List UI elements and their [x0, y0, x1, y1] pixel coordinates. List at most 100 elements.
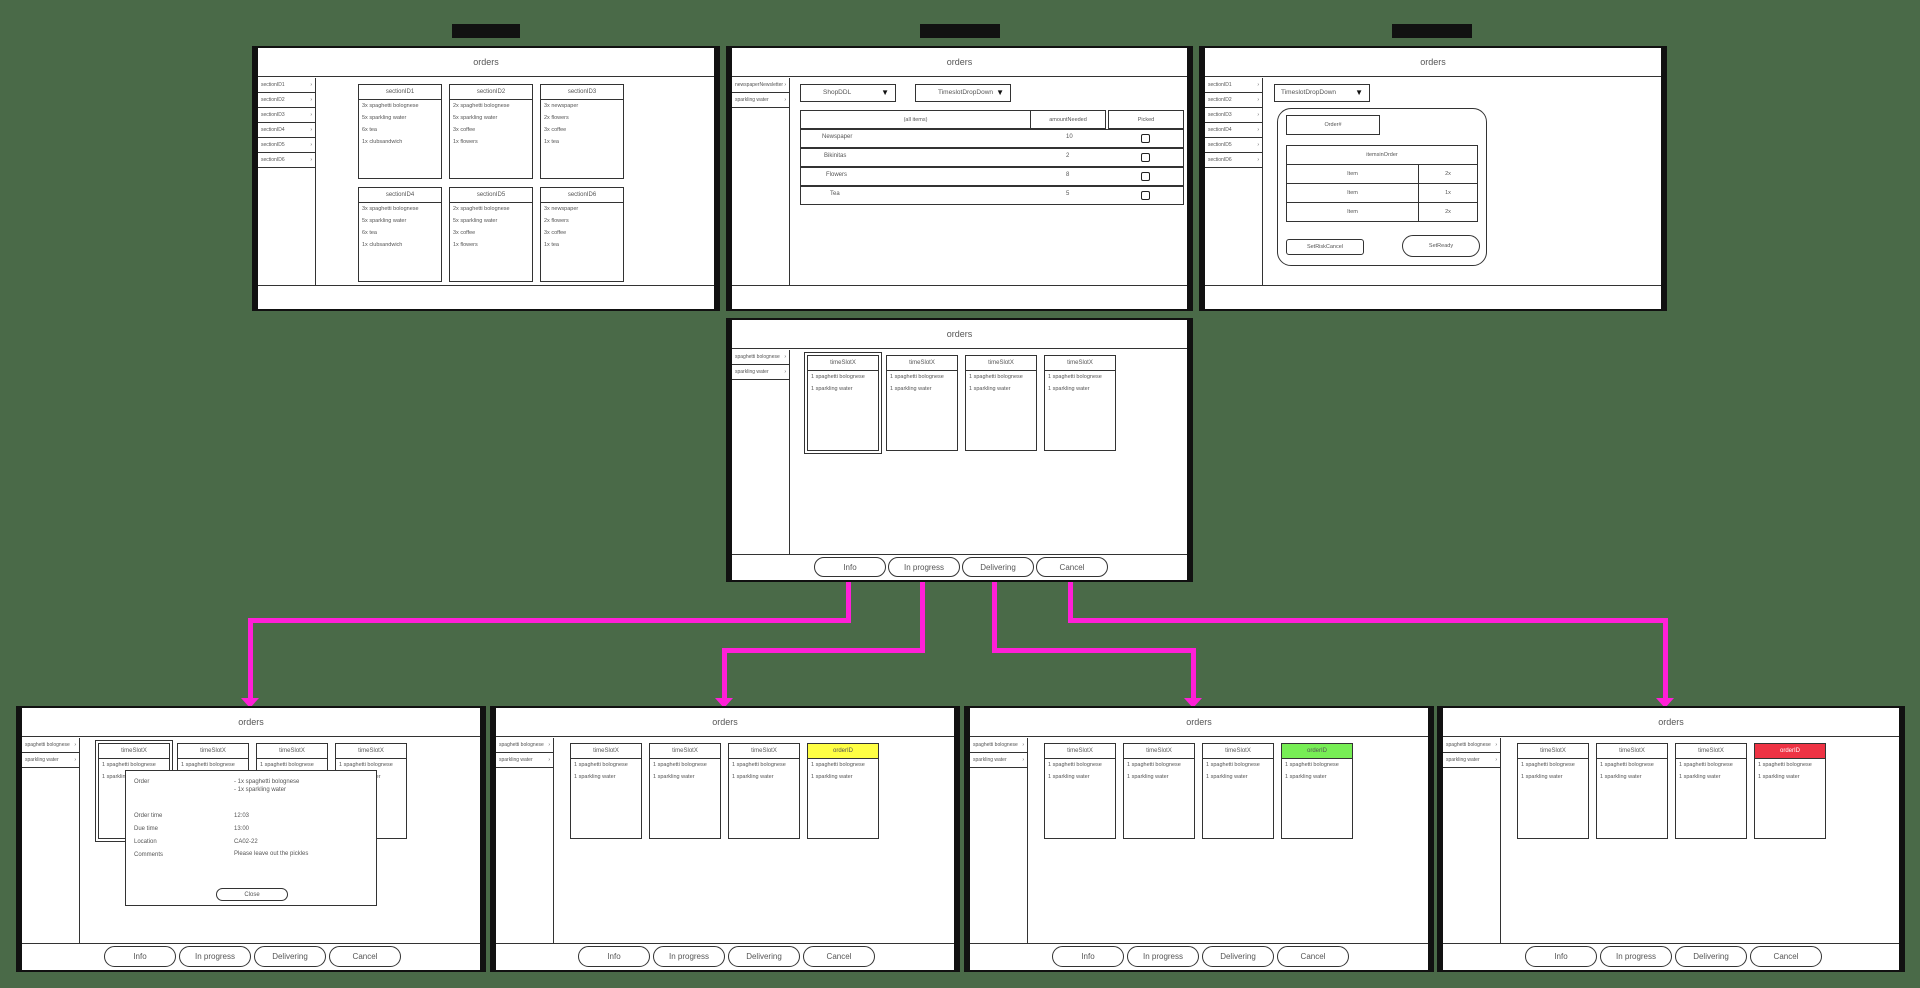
info-button[interactable]: Info: [578, 946, 650, 967]
sidebar-item[interactable]: sparkling water ›: [496, 753, 553, 768]
chevron-right-icon: ›: [310, 127, 312, 133]
sidebar-item[interactable]: sparkling water ›: [22, 753, 79, 768]
flow-arrow: [248, 618, 851, 623]
sidebar-item[interactable]: spaghetti bolognese ›: [732, 350, 789, 365]
sidebar-item[interactable]: newspaperNewsletter ›: [732, 78, 789, 93]
in-progress-button[interactable]: In progress: [179, 946, 251, 967]
timeslot-dropdown[interactable]: TimeslotDropDown ▼: [915, 84, 1011, 102]
sidebar-item[interactable]: spaghetti bolognese ›: [22, 738, 79, 753]
chevron-right-icon: ›: [310, 82, 312, 88]
timeslot-card[interactable]: timeSlotX 1 spaghetti bolognese1 sparkli…: [1123, 743, 1195, 839]
info-button[interactable]: Info: [104, 946, 176, 967]
sidebar-item[interactable]: sectionID6 ›: [258, 153, 315, 168]
timeslot-card[interactable]: timeSlotX 1 spaghetti bolognese1 sparkli…: [1044, 743, 1116, 839]
sidebar-item[interactable]: sectionID2 ›: [258, 93, 315, 108]
cancel-button[interactable]: Cancel: [803, 946, 875, 967]
order-row-qty: 2x: [1418, 202, 1478, 222]
section-card[interactable]: sectionID2 2x spaghetti bolognese 5x spar…: [449, 84, 533, 179]
timeslot-dropdown[interactable]: TimeslotDropDown ▼: [1274, 84, 1370, 102]
frame-bottom-delivering: orders spaghetti bolognese › sparkling wa…: [964, 706, 1434, 972]
set-ready-button[interactable]: SetReady: [1402, 235, 1480, 257]
timeslot-card[interactable]: timeSlotX 1 spaghetti bolognese1 sparkli…: [1596, 743, 1668, 839]
sidebar-item[interactable]: sectionID3 ›: [1205, 108, 1262, 123]
picked-checkbox[interactable]: [1141, 134, 1150, 143]
sidebar-item[interactable]: sectionID1 ›: [258, 78, 315, 93]
sidebar-item[interactable]: spaghetti bolognese ›: [970, 738, 1027, 753]
in-progress-button[interactable]: In progress: [888, 557, 960, 577]
chevron-right-icon: ›: [74, 742, 76, 748]
table-header: amountNeeded: [1030, 110, 1106, 129]
picked-checkbox[interactable]: [1141, 172, 1150, 181]
picked-checkbox[interactable]: [1141, 153, 1150, 162]
set-cancel-button[interactable]: SetRiskCancel: [1286, 239, 1364, 255]
sidebar: spaghetti bolognese › sparkling water ›: [732, 350, 790, 554]
section-card[interactable]: sectionID1 3x spaghetti bolognese 5x spar…: [358, 84, 442, 179]
order-number-field[interactable]: Order#: [1286, 115, 1380, 135]
table-row: [800, 148, 1184, 167]
cancel-button[interactable]: Cancel: [329, 946, 401, 967]
in-progress-button[interactable]: In progress: [1127, 946, 1199, 967]
sidebar-item[interactable]: sectionID5 ›: [258, 138, 315, 153]
sidebar-item[interactable]: sectionID3 ›: [258, 108, 315, 123]
timeslot-card[interactable]: timeSlotX 1 spaghetti bolognese1 sparkli…: [886, 355, 958, 451]
sidebar-item[interactable]: spaghetti bolognese ›: [496, 738, 553, 753]
delivering-button[interactable]: Delivering: [1202, 946, 1274, 967]
shop-dropdown[interactable]: ShopDDL ▼: [800, 84, 896, 102]
sidebar-item[interactable]: sparkling water ›: [732, 365, 789, 380]
section-card[interactable]: sectionID6 3x newspaper 2x flowers 3x coff…: [540, 187, 624, 282]
flow-arrow: [1663, 618, 1668, 698]
timeslot-card[interactable]: timeSlotX 1 spaghetti bolognese1 sparkli…: [570, 743, 642, 839]
timeslot-card[interactable]: timeSlotX 1 spaghetti bolognese1 sparkli…: [965, 355, 1037, 451]
cancel-button[interactable]: Cancel: [1036, 557, 1108, 577]
sidebar-item[interactable]: sectionID1 ›: [1205, 78, 1262, 93]
table-row: [800, 167, 1184, 186]
cancel-button[interactable]: Cancel: [1277, 946, 1349, 967]
sidebar-item[interactable]: spaghetti bolognese ›: [1443, 738, 1500, 753]
sidebar-item[interactable]: sparkling water ›: [732, 93, 789, 108]
delivering-button[interactable]: Delivering: [962, 557, 1034, 577]
sidebar-item[interactable]: sectionID4 ›: [1205, 123, 1262, 138]
section-card[interactable]: sectionID4 3x spaghetti bolognese 5x spar…: [358, 187, 442, 282]
delivering-button[interactable]: Delivering: [254, 946, 326, 967]
window-title: orders: [732, 320, 1187, 349]
delivering-button[interactable]: Delivering: [1675, 946, 1747, 967]
sidebar-item[interactable]: sectionID2 ›: [1205, 93, 1262, 108]
timeslot-card[interactable]: timeSlotX 1 spaghetti bolognese1 sparkli…: [1202, 743, 1274, 839]
timeslot-card[interactable]: timeSlotX 1 spaghetti bolognese1 sparkli…: [1517, 743, 1589, 839]
sidebar-item[interactable]: sectionID5 ›: [1205, 138, 1262, 153]
order-card-cancelled[interactable]: orderID 1 spaghetti bolognese 1 sparkling…: [1754, 743, 1826, 839]
caret-down-icon: ▼: [881, 88, 889, 97]
sidebar-item[interactable]: sectionID6 ›: [1205, 153, 1262, 168]
info-button[interactable]: Info: [1052, 946, 1124, 967]
in-progress-button[interactable]: In progress: [653, 946, 725, 967]
sidebar-item[interactable]: sparkling water ›: [1443, 753, 1500, 768]
sidebar: spaghetti bolognese › sparkling water ›: [1443, 738, 1501, 943]
section-card[interactable]: sectionID5 2x spaghetti bolognese 5x spar…: [449, 187, 533, 282]
close-button[interactable]: Close: [216, 888, 288, 901]
timeslot-card[interactable]: timeSlotX 1 spaghetti bolognese1 sparkli…: [649, 743, 721, 839]
order-badge-yellow: orderID: [808, 744, 878, 759]
timeslot-card[interactable]: timeSlotX 1 spaghetti bolognese1 sparkli…: [807, 355, 879, 451]
frame-tab: [920, 24, 1000, 38]
section-card[interactable]: sectionID3 3x newspaper 2x flowers 3x coff…: [540, 84, 624, 179]
in-progress-button[interactable]: In progress: [1600, 946, 1672, 967]
sidebar-item[interactable]: sparkling water ›: [970, 753, 1027, 768]
flow-arrow: [722, 648, 925, 653]
chevron-right-icon: ›: [1257, 97, 1259, 103]
frame-top-middle: orders newspaperNewsletter › sparkling wa…: [726, 46, 1193, 311]
delivering-button[interactable]: Delivering: [728, 946, 800, 967]
timeslot-card[interactable]: timeSlotX 1 spaghetti bolognese1 sparkli…: [728, 743, 800, 839]
order-card-delivering[interactable]: orderID 1 spaghetti bolognese 1 sparkling…: [1281, 743, 1353, 839]
sidebar: newspaperNewsletter › sparkling water ›: [732, 78, 790, 285]
info-button[interactable]: Info: [1525, 946, 1597, 967]
order-card-in-progress[interactable]: orderID 1 spaghetti bolognese 1 sparkling…: [807, 743, 879, 839]
flow-arrow: [846, 582, 851, 622]
info-button[interactable]: Info: [814, 557, 886, 577]
sidebar-item[interactable]: sectionID4 ›: [258, 123, 315, 138]
timeslot-card[interactable]: timeSlotX 1 spaghetti bolognese1 sparkli…: [1675, 743, 1747, 839]
picked-checkbox[interactable]: [1141, 191, 1150, 200]
cancel-button[interactable]: Cancel: [1750, 946, 1822, 967]
timeslot-card[interactable]: timeSlotX 1 spaghetti bolognese1 sparkli…: [1044, 355, 1116, 451]
sidebar: spaghetti bolognese › sparkling water ›: [22, 738, 80, 943]
order-row-item: Item: [1286, 202, 1419, 222]
